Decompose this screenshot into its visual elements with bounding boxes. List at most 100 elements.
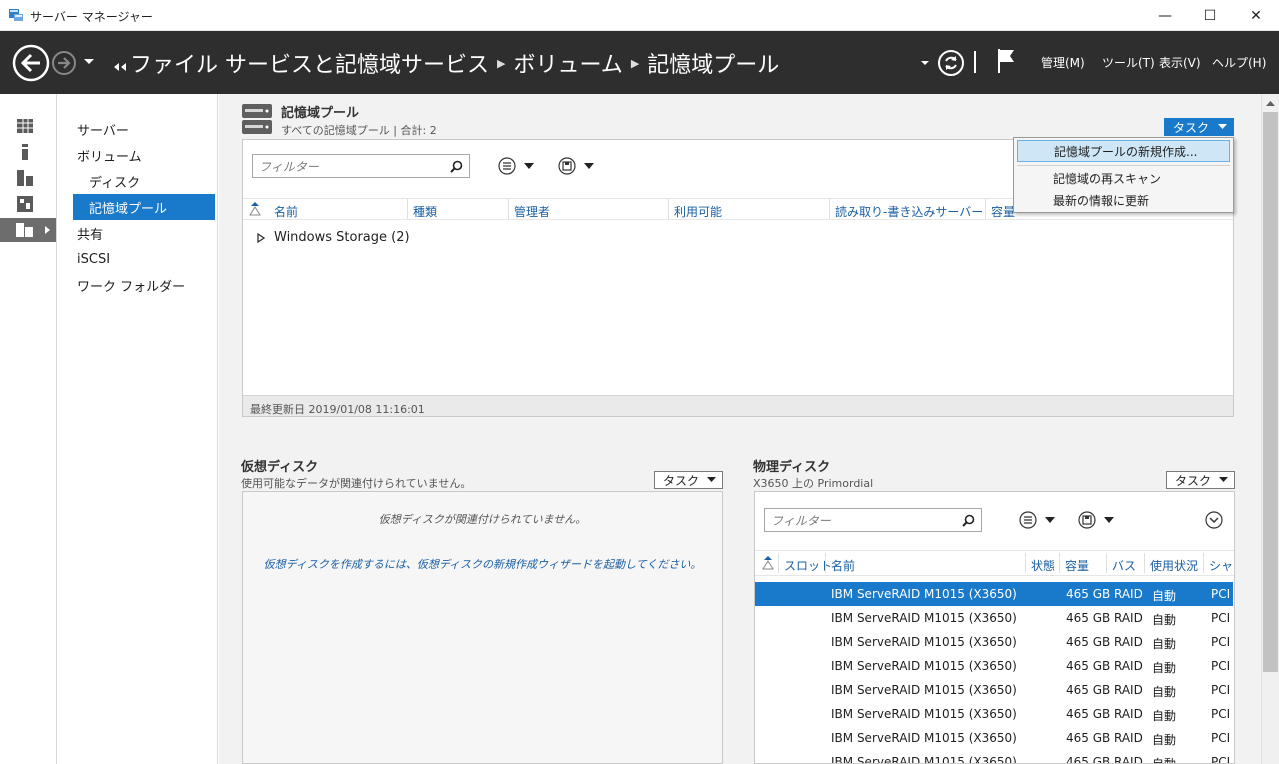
history-dropdown-icon[interactable] <box>83 58 95 66</box>
role-icon-bar <box>0 94 57 764</box>
close-button[interactable]: ✕ <box>1233 0 1279 31</box>
virtual-disks-task-button[interactable]: タスク <box>654 471 723 489</box>
disk-capacity: 465 GB <box>1066 707 1111 721</box>
table-row[interactable]: IBM ServeRAID M1015 (X3650) 465 GB RAID 自動 P… <box>755 606 1234 630</box>
column-status[interactable]: 状態 <box>1031 557 1055 574</box>
group-row-windows-storage[interactable]: Windows Storage (2) <box>257 230 410 245</box>
column-chassis[interactable]: シャ <box>1209 557 1233 574</box>
warning-icon <box>249 202 261 216</box>
column-capacity[interactable]: 容量 <box>991 203 1015 220</box>
column-bus[interactable]: バス <box>1112 557 1136 574</box>
disk-capacity: 465 GB <box>1066 635 1111 649</box>
list-view-options-icon[interactable] <box>498 157 538 175</box>
table-row[interactable]: IBM ServeRAID M1015 (X3650) 465 GB RAID 自動 P… <box>755 750 1234 764</box>
table-row[interactable]: IBM ServeRAID M1015 (X3650) 465 GB RAID 自動 P… <box>755 702 1234 726</box>
last-updated-status: 最終更新日 2019/01/08 11:16:01 <box>243 395 1233 416</box>
forward-arrow-icon[interactable] <box>51 50 77 76</box>
virtual-disks-empty-message: 仮想ディスクが関連付けられていません。 <box>378 513 587 526</box>
search-icon[interactable] <box>450 160 463 173</box>
save-query-icon[interactable] <box>558 157 598 175</box>
column-divider <box>668 199 669 219</box>
notifications-flag-icon[interactable] <box>996 47 1016 75</box>
menu-manage[interactable]: 管理(M) <box>1041 54 1085 71</box>
table-row[interactable]: IBM ServeRAID M1015 (X3650) 465 GB RAID 自動 P… <box>755 726 1234 750</box>
table-row[interactable]: IBM ServeRAID M1015 (X3650) 465 GB RAID 自動 P… <box>755 630 1234 654</box>
disk-capacity: 465 GB <box>1066 587 1111 601</box>
maximize-button[interactable]: ☐ <box>1187 0 1233 31</box>
column-managed-by[interactable]: 管理者 <box>514 203 550 220</box>
column-disk-capacity[interactable]: 容量 <box>1065 557 1089 574</box>
nav-iscsi[interactable]: iSCSI <box>73 246 215 272</box>
menu-refresh[interactable]: 最新の情報に更新 <box>1017 189 1230 211</box>
vertical-scrollbar[interactable] <box>1261 94 1279 764</box>
nav-servers[interactable]: サーバー <box>73 116 215 142</box>
storage-pools-filter-input[interactable]: フィルター <box>252 154 470 178</box>
column-divider <box>778 553 779 573</box>
scrollbar-thumb[interactable] <box>1263 112 1278 672</box>
expand-arrow-icon[interactable] <box>257 232 265 243</box>
chevron-down-icon <box>707 477 716 483</box>
server-manager-app-icon <box>8 8 24 22</box>
menu-new-storage-pool[interactable]: 記憶域プールの新規作成... <box>1017 140 1230 162</box>
scroll-up-arrow-icon[interactable] <box>1266 100 1275 106</box>
physical-disks-subtitle: X3650 上の Primordial <box>753 477 874 490</box>
column-type[interactable]: 種類 <box>413 203 437 220</box>
column-name[interactable]: 名前 <box>274 203 298 220</box>
search-icon[interactable] <box>962 514 975 527</box>
disk-bus: RAID <box>1114 635 1143 649</box>
back-arrow-icon[interactable] <box>12 44 50 82</box>
disk-name: IBM ServeRAID M1015 (X3650) <box>831 683 1017 697</box>
storage-pools-task-button[interactable]: タスク <box>1164 118 1234 136</box>
breadcrumb-storage-pools[interactable]: 記憶域プール <box>647 47 779 79</box>
column-divider <box>1059 553 1060 573</box>
breadcrumb-separator-icon: ▶ <box>497 56 506 70</box>
disk-bus: RAID <box>1114 755 1143 764</box>
menu-help[interactable]: ヘルプ(H) <box>1212 54 1266 71</box>
table-row[interactable]: IBM ServeRAID M1015 (X3650) 465 GB RAID 自動 P… <box>755 582 1234 606</box>
dropdown-arrow-icon[interactable] <box>920 60 930 67</box>
nav-work-folders[interactable]: ワーク フォルダー <box>73 272 215 298</box>
secondary-nav: サーバー ボリューム ディスク 記憶域プール 共有 iSCSI ワーク フォルダ… <box>58 94 218 764</box>
column-read-write-server[interactable]: 読み取り-書き込みサーバー <box>835 203 983 220</box>
table-row[interactable]: IBM ServeRAID M1015 (X3650) 465 GB RAID 自動 P… <box>755 678 1234 702</box>
warning-icon <box>762 556 774 570</box>
menu-divider <box>1017 165 1230 166</box>
disk-usage: 自動 <box>1152 733 1177 747</box>
task-dropdown-menu: 記憶域プールの新規作成... 記憶域の再スキャン 最新の情報に更新 <box>1013 137 1234 213</box>
menu-tools[interactable]: ツール(T) <box>1102 54 1155 71</box>
local-server-icon[interactable] <box>0 140 56 164</box>
physical-disks-task-button[interactable]: タスク <box>1166 471 1235 489</box>
column-divider <box>1203 553 1204 573</box>
column-divider <box>825 553 826 573</box>
disk-capacity: 465 GB <box>1066 659 1111 673</box>
breadcrumb-overflow-icon[interactable] <box>113 62 127 72</box>
expand-section-chevron-icon[interactable] <box>1205 511 1223 529</box>
file-services-role-icon[interactable] <box>0 192 56 216</box>
menu-view[interactable]: 表示(V) <box>1159 54 1201 71</box>
dashboard-icon[interactable] <box>0 114 56 138</box>
nav-shares[interactable]: 共有 <box>73 220 215 246</box>
save-query-icon[interactable] <box>1078 511 1118 529</box>
breadcrumb-file-services[interactable]: ファイル サービスと記憶域サービス <box>130 47 489 79</box>
minimize-button[interactable]: — <box>1142 0 1188 31</box>
disk-usage: 自動 <box>1152 661 1177 675</box>
menu-rescan-storage[interactable]: 記憶域の再スキャン <box>1017 167 1230 189</box>
nav-storage-pools[interactable]: 記憶域プール <box>73 194 215 220</box>
nav-disks[interactable]: ディスク <box>73 168 215 194</box>
physical-disks-filter-input[interactable]: フィルター <box>764 508 982 532</box>
list-view-options-icon[interactable] <box>1019 511 1059 529</box>
file-storage-services-icon[interactable] <box>0 218 56 242</box>
disk-bus: RAID <box>1114 611 1143 625</box>
column-available-to[interactable]: 利用可能 <box>674 203 722 220</box>
column-disk-name[interactable]: 名前 <box>831 557 855 574</box>
virtual-disks-create-hint-link[interactable]: 仮想ディスクを作成するには、仮想ディスクの新規作成ウィザードを起動してください。 <box>243 556 722 572</box>
column-usage[interactable]: 使用状況 <box>1150 557 1198 574</box>
refresh-icon[interactable] <box>937 49 965 77</box>
virtual-disks-subtitle: 使用可能なデータが関連付けられていません。 <box>241 477 472 490</box>
nav-volumes[interactable]: ボリューム <box>73 142 215 168</box>
chevron-down-icon <box>1219 477 1228 483</box>
disk-capacity: 465 GB <box>1066 683 1111 697</box>
table-row[interactable]: IBM ServeRAID M1015 (X3650) 465 GB RAID 自動 P… <box>755 654 1234 678</box>
all-servers-icon[interactable] <box>0 166 56 190</box>
breadcrumb-volumes[interactable]: ボリューム <box>513 47 622 79</box>
